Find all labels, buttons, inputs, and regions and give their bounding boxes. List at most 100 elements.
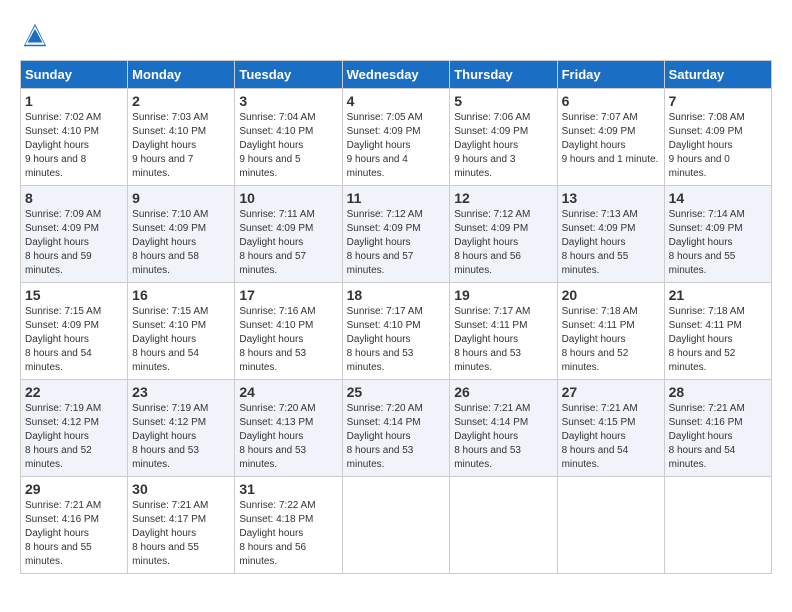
day-info: Sunrise: 7:20 AM Sunset: 4:13 PM Dayligh…	[239, 402, 337, 472]
day-number: 14	[669, 190, 767, 206]
day-number: 15	[25, 287, 123, 303]
day-cell: 21 Sunrise: 7:18 AM Sunset: 4:11 PM Dayl…	[664, 283, 771, 380]
day-info: Sunrise: 7:21 AM Sunset: 4:14 PM Dayligh…	[454, 402, 552, 472]
day-cell: 17 Sunrise: 7:16 AM Sunset: 4:10 PM Dayl…	[235, 283, 342, 380]
day-info: Sunrise: 7:14 AM Sunset: 4:09 PM Dayligh…	[669, 208, 767, 278]
day-info: Sunrise: 7:03 AM Sunset: 4:10 PM Dayligh…	[132, 111, 230, 181]
day-number: 9	[132, 190, 230, 206]
day-number: 8	[25, 190, 123, 206]
day-cell: 23 Sunrise: 7:19 AM Sunset: 4:12 PM Dayl…	[128, 380, 235, 477]
day-cell: 19 Sunrise: 7:17 AM Sunset: 4:11 PM Dayl…	[450, 283, 557, 380]
day-cell: 15 Sunrise: 7:15 AM Sunset: 4:09 PM Dayl…	[21, 283, 128, 380]
day-number: 16	[132, 287, 230, 303]
day-number: 28	[669, 384, 767, 400]
day-number: 22	[25, 384, 123, 400]
day-info: Sunrise: 7:13 AM Sunset: 4:09 PM Dayligh…	[562, 208, 660, 278]
column-header-sunday: Sunday	[21, 61, 128, 89]
column-header-thursday: Thursday	[450, 61, 557, 89]
day-info: Sunrise: 7:15 AM Sunset: 4:09 PM Dayligh…	[25, 305, 123, 375]
day-cell: 9 Sunrise: 7:10 AM Sunset: 4:09 PM Dayli…	[128, 186, 235, 283]
day-number: 23	[132, 384, 230, 400]
day-cell: 22 Sunrise: 7:19 AM Sunset: 4:12 PM Dayl…	[21, 380, 128, 477]
day-cell: 2 Sunrise: 7:03 AM Sunset: 4:10 PM Dayli…	[128, 89, 235, 186]
day-number: 11	[347, 190, 446, 206]
day-number: 10	[239, 190, 337, 206]
day-info: Sunrise: 7:07 AM Sunset: 4:09 PM Dayligh…	[562, 111, 660, 167]
day-info: Sunrise: 7:08 AM Sunset: 4:09 PM Dayligh…	[669, 111, 767, 181]
day-cell: 7 Sunrise: 7:08 AM Sunset: 4:09 PM Dayli…	[664, 89, 771, 186]
day-info: Sunrise: 7:22 AM Sunset: 4:18 PM Dayligh…	[239, 499, 337, 569]
column-header-friday: Friday	[557, 61, 664, 89]
day-info: Sunrise: 7:11 AM Sunset: 4:09 PM Dayligh…	[239, 208, 337, 278]
day-cell	[450, 477, 557, 574]
day-cell: 29 Sunrise: 7:21 AM Sunset: 4:16 PM Dayl…	[21, 477, 128, 574]
day-cell: 8 Sunrise: 7:09 AM Sunset: 4:09 PM Dayli…	[21, 186, 128, 283]
logo-icon	[20, 20, 50, 50]
day-cell	[664, 477, 771, 574]
day-info: Sunrise: 7:21 AM Sunset: 4:16 PM Dayligh…	[25, 499, 123, 569]
column-header-wednesday: Wednesday	[342, 61, 450, 89]
day-info: Sunrise: 7:06 AM Sunset: 4:09 PM Dayligh…	[454, 111, 552, 181]
week-row-4: 22 Sunrise: 7:19 AM Sunset: 4:12 PM Dayl…	[21, 380, 772, 477]
day-info: Sunrise: 7:17 AM Sunset: 4:10 PM Dayligh…	[347, 305, 446, 375]
day-info: Sunrise: 7:12 AM Sunset: 4:09 PM Dayligh…	[347, 208, 446, 278]
day-info: Sunrise: 7:02 AM Sunset: 4:10 PM Dayligh…	[25, 111, 123, 181]
day-info: Sunrise: 7:16 AM Sunset: 4:10 PM Dayligh…	[239, 305, 337, 375]
day-info: Sunrise: 7:17 AM Sunset: 4:11 PM Dayligh…	[454, 305, 552, 375]
day-cell	[342, 477, 450, 574]
day-info: Sunrise: 7:09 AM Sunset: 4:09 PM Dayligh…	[25, 208, 123, 278]
logo	[20, 20, 54, 50]
day-number: 13	[562, 190, 660, 206]
day-cell: 31 Sunrise: 7:22 AM Sunset: 4:18 PM Dayl…	[235, 477, 342, 574]
day-cell: 16 Sunrise: 7:15 AM Sunset: 4:10 PM Dayl…	[128, 283, 235, 380]
day-info: Sunrise: 7:21 AM Sunset: 4:15 PM Dayligh…	[562, 402, 660, 472]
day-number: 30	[132, 481, 230, 497]
day-number: 21	[669, 287, 767, 303]
day-cell	[557, 477, 664, 574]
day-info: Sunrise: 7:04 AM Sunset: 4:10 PM Dayligh…	[239, 111, 337, 181]
day-number: 29	[25, 481, 123, 497]
week-row-5: 29 Sunrise: 7:21 AM Sunset: 4:16 PM Dayl…	[21, 477, 772, 574]
day-info: Sunrise: 7:19 AM Sunset: 4:12 PM Dayligh…	[132, 402, 230, 472]
day-info: Sunrise: 7:10 AM Sunset: 4:09 PM Dayligh…	[132, 208, 230, 278]
day-number: 3	[239, 93, 337, 109]
day-cell: 27 Sunrise: 7:21 AM Sunset: 4:15 PM Dayl…	[557, 380, 664, 477]
day-cell: 14 Sunrise: 7:14 AM Sunset: 4:09 PM Dayl…	[664, 186, 771, 283]
day-number: 24	[239, 384, 337, 400]
day-cell: 13 Sunrise: 7:13 AM Sunset: 4:09 PM Dayl…	[557, 186, 664, 283]
page-container: SundayMondayTuesdayWednesdayThursdayFrid…	[20, 20, 772, 574]
day-cell: 5 Sunrise: 7:06 AM Sunset: 4:09 PM Dayli…	[450, 89, 557, 186]
week-row-1: 1 Sunrise: 7:02 AM Sunset: 4:10 PM Dayli…	[21, 89, 772, 186]
day-cell: 11 Sunrise: 7:12 AM Sunset: 4:09 PM Dayl…	[342, 186, 450, 283]
calendar-table: SundayMondayTuesdayWednesdayThursdayFrid…	[20, 60, 772, 574]
day-info: Sunrise: 7:18 AM Sunset: 4:11 PM Dayligh…	[669, 305, 767, 375]
day-cell: 30 Sunrise: 7:21 AM Sunset: 4:17 PM Dayl…	[128, 477, 235, 574]
day-cell: 6 Sunrise: 7:07 AM Sunset: 4:09 PM Dayli…	[557, 89, 664, 186]
day-cell: 4 Sunrise: 7:05 AM Sunset: 4:09 PM Dayli…	[342, 89, 450, 186]
day-number: 2	[132, 93, 230, 109]
day-number: 20	[562, 287, 660, 303]
day-number: 17	[239, 287, 337, 303]
day-cell: 24 Sunrise: 7:20 AM Sunset: 4:13 PM Dayl…	[235, 380, 342, 477]
day-number: 18	[347, 287, 446, 303]
day-cell: 3 Sunrise: 7:04 AM Sunset: 4:10 PM Dayli…	[235, 89, 342, 186]
day-cell: 28 Sunrise: 7:21 AM Sunset: 4:16 PM Dayl…	[664, 380, 771, 477]
column-header-monday: Monday	[128, 61, 235, 89]
week-row-3: 15 Sunrise: 7:15 AM Sunset: 4:09 PM Dayl…	[21, 283, 772, 380]
column-header-tuesday: Tuesday	[235, 61, 342, 89]
day-cell: 1 Sunrise: 7:02 AM Sunset: 4:10 PM Dayli…	[21, 89, 128, 186]
day-number: 27	[562, 384, 660, 400]
day-number: 31	[239, 481, 337, 497]
day-info: Sunrise: 7:05 AM Sunset: 4:09 PM Dayligh…	[347, 111, 446, 181]
day-cell: 26 Sunrise: 7:21 AM Sunset: 4:14 PM Dayl…	[450, 380, 557, 477]
day-number: 6	[562, 93, 660, 109]
day-cell: 18 Sunrise: 7:17 AM Sunset: 4:10 PM Dayl…	[342, 283, 450, 380]
day-info: Sunrise: 7:20 AM Sunset: 4:14 PM Dayligh…	[347, 402, 446, 472]
day-info: Sunrise: 7:15 AM Sunset: 4:10 PM Dayligh…	[132, 305, 230, 375]
day-info: Sunrise: 7:18 AM Sunset: 4:11 PM Dayligh…	[562, 305, 660, 375]
day-number: 25	[347, 384, 446, 400]
day-cell: 25 Sunrise: 7:20 AM Sunset: 4:14 PM Dayl…	[342, 380, 450, 477]
day-number: 4	[347, 93, 446, 109]
day-info: Sunrise: 7:19 AM Sunset: 4:12 PM Dayligh…	[25, 402, 123, 472]
day-info: Sunrise: 7:21 AM Sunset: 4:16 PM Dayligh…	[669, 402, 767, 472]
